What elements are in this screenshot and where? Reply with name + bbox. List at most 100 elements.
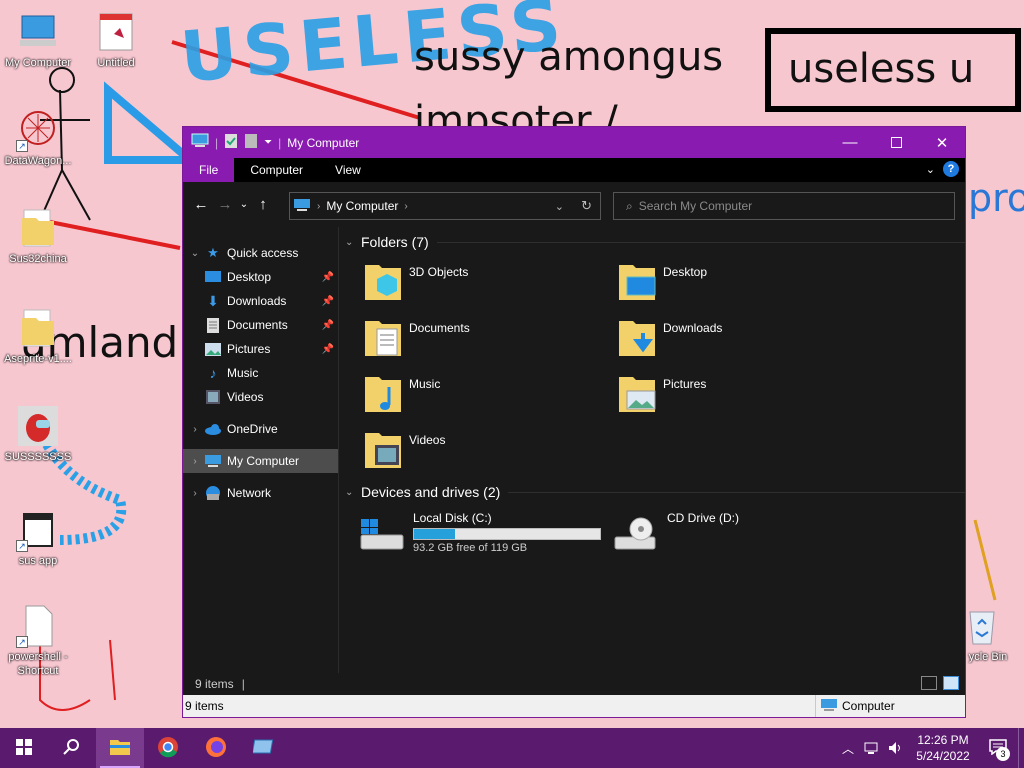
folder-desktop[interactable]: Desktop <box>617 259 871 307</box>
desktop-icon-sus-app[interactable]: ↗ sus app <box>0 508 76 568</box>
pin-icon[interactable]: 📌 <box>322 344 334 355</box>
folder-documents[interactable]: Documents <box>363 315 617 363</box>
navigation-bar: ← → ⌄ ↑ › My Computer › ⌄ ↻ ⌕ <box>183 182 965 226</box>
tab-computer[interactable]: Computer <box>234 158 319 182</box>
address-bar[interactable]: › My Computer › ⌄ ↻ <box>289 192 601 220</box>
maximize-button[interactable] <box>873 127 919 158</box>
show-hidden-icons-chevron-icon[interactable]: ︿ <box>836 740 860 757</box>
taskbar-firefox[interactable] <box>192 728 240 768</box>
folder-music[interactable]: Music <box>363 371 617 419</box>
taskbar-control-panel[interactable] <box>240 728 288 768</box>
minimize-button[interactable]: — <box>827 127 873 158</box>
search-icon: ⌕ <box>626 198 633 213</box>
chevron-down-icon[interactable]: ⌄ <box>345 487 359 498</box>
nav-item-desktop[interactable]: Desktop 📌 <box>183 265 338 289</box>
pin-icon[interactable]: 📌 <box>322 296 334 307</box>
window-titlebar[interactable]: | ⏷ | My Computer — ✕ <box>183 127 965 158</box>
folder-videos[interactable]: Videos <box>363 427 617 475</box>
videos-folder-icon <box>363 427 403 471</box>
file-explorer-icon <box>109 738 131 759</box>
drive-local-disk-c[interactable]: Local Disk (C:) 93.2 GB free of 119 GB <box>359 511 613 567</box>
maximize-icon <box>890 137 902 148</box>
folder-3d-objects[interactable]: 3D Objects <box>363 259 617 307</box>
search-input[interactable] <box>638 199 929 213</box>
desktop-icon-susssssss[interactable]: SUSSSSSSS <box>0 404 76 464</box>
breadcrumb-separator-icon[interactable]: › <box>317 201 320 212</box>
window-title: My Computer <box>287 135 360 150</box>
shortcut-arrow-icon: ↗ <box>16 636 28 648</box>
desktop-icon-aseprite[interactable]: Aseprite-v1.... <box>0 306 76 366</box>
nav-item-videos[interactable]: Videos <box>183 385 338 409</box>
search-button[interactable] <box>48 728 96 768</box>
nav-my-computer[interactable]: › My Computer <box>183 449 338 473</box>
app-shortcut-icon: ↗ <box>16 108 60 152</box>
file-explorer-window[interactable]: | ⏷ | My Computer — ✕ File Computer View… <box>182 126 966 718</box>
expand-ribbon-chevron-icon[interactable]: ⌄ <box>926 163 935 176</box>
start-button[interactable] <box>0 728 48 768</box>
tab-view[interactable]: View <box>319 158 377 182</box>
desktop-icon-powershell-shortcut[interactable]: ↗ powershell - Shortcut <box>0 604 76 678</box>
star-icon: ★ <box>207 245 219 260</box>
volume-icon[interactable] <box>884 741 908 755</box>
refresh-icon[interactable]: ↻ <box>581 198 592 214</box>
nav-item-pictures[interactable]: Pictures 📌 <box>183 337 338 361</box>
computer-icon <box>191 133 209 152</box>
nav-network[interactable]: › Network <box>183 481 338 505</box>
devices-group-header[interactable]: ⌄ Devices and drives (2) <box>345 481 965 503</box>
music-folder-icon <box>363 371 403 415</box>
taskbar-chrome[interactable] <box>144 728 192 768</box>
nav-item-documents[interactable]: Documents 📌 <box>183 313 338 337</box>
chevron-right-icon[interactable]: › <box>187 488 203 499</box>
documents-icon <box>203 317 223 333</box>
drive-c-usage-bar <box>413 528 601 540</box>
network-tray-icon[interactable] <box>860 741 884 755</box>
details-view-icon[interactable] <box>921 676 937 690</box>
nav-item-music[interactable]: ♪ Music <box>183 361 338 385</box>
desktop-icon-my-computer[interactable]: My Computer <box>0 10 76 70</box>
quick-access-toolbar: | ⏷ | <box>191 133 281 152</box>
nav-quick-access[interactable]: ⌄ ★ Quick access <box>183 241 338 265</box>
new-folder-icon[interactable] <box>244 133 258 152</box>
desktop-icon-untitled[interactable]: Untitled <box>78 10 154 70</box>
back-button[interactable]: ← <box>189 192 213 216</box>
customize-toolbar-chevron-icon[interactable]: ⏷ <box>264 137 272 148</box>
address-history-chevron-icon[interactable]: ⌄ <box>555 200 564 213</box>
folders-group-header[interactable]: ⌄ Folders (7) <box>345 231 965 253</box>
info-bar: 9 items Computer <box>183 695 965 717</box>
folder-pictures[interactable]: Pictures <box>617 371 871 419</box>
taskbar-file-explorer[interactable] <box>96 728 144 768</box>
desktop-icon-datawagon[interactable]: ↗ DataWagon... <box>0 108 76 168</box>
folder-icon <box>16 206 60 250</box>
nav-item-downloads[interactable]: ⬇ Downloads 📌 <box>183 289 338 313</box>
chevron-right-icon[interactable]: › <box>187 456 203 467</box>
help-icon[interactable]: ? <box>943 161 959 177</box>
pin-icon[interactable]: 📌 <box>322 272 334 283</box>
breadcrumb-my-computer[interactable]: My Computer <box>326 199 398 213</box>
search-box[interactable]: ⌕ <box>613 192 955 220</box>
properties-icon[interactable] <box>224 133 238 152</box>
folders-grid: 3D Objects Desktop Documents Downloads M… <box>345 259 965 475</box>
up-button[interactable]: ↑ <box>251 192 275 216</box>
large-icons-view-icon[interactable] <box>943 676 959 690</box>
forward-button[interactable]: → <box>213 192 237 216</box>
tab-file[interactable]: File <box>183 158 235 182</box>
close-button[interactable]: ✕ <box>919 127 965 158</box>
show-desktop-button[interactable] <box>1018 728 1024 768</box>
drives-grid: Local Disk (C:) 93.2 GB free of 119 GB C… <box>345 511 965 567</box>
chevron-right-icon[interactable]: › <box>187 424 203 435</box>
recent-locations-button[interactable]: ⌄ <box>237 192 251 216</box>
chevron-down-icon[interactable]: ⌄ <box>345 237 359 248</box>
action-center-button[interactable]: 3 <box>978 728 1018 768</box>
minimize-icon: — <box>842 134 858 151</box>
pictures-icon <box>203 341 223 357</box>
pin-icon[interactable]: 📌 <box>322 320 334 331</box>
nav-onedrive[interactable]: › OneDrive <box>183 417 338 441</box>
cd-drive-icon <box>613 511 661 559</box>
breadcrumb-separator-icon[interactable]: › <box>404 201 407 212</box>
clock[interactable]: 12:26 PM 5/24/2022 <box>908 732 978 764</box>
folder-downloads[interactable]: Downloads <box>617 315 871 363</box>
chevron-down-icon[interactable]: ⌄ <box>187 248 203 259</box>
desktop-icon-sus32china[interactable]: Sus32china <box>0 206 76 266</box>
taskbar: ︿ 12:26 PM 5/24/2022 3 <box>0 728 1024 768</box>
drive-cd-d[interactable]: CD Drive (D:) <box>613 511 867 567</box>
